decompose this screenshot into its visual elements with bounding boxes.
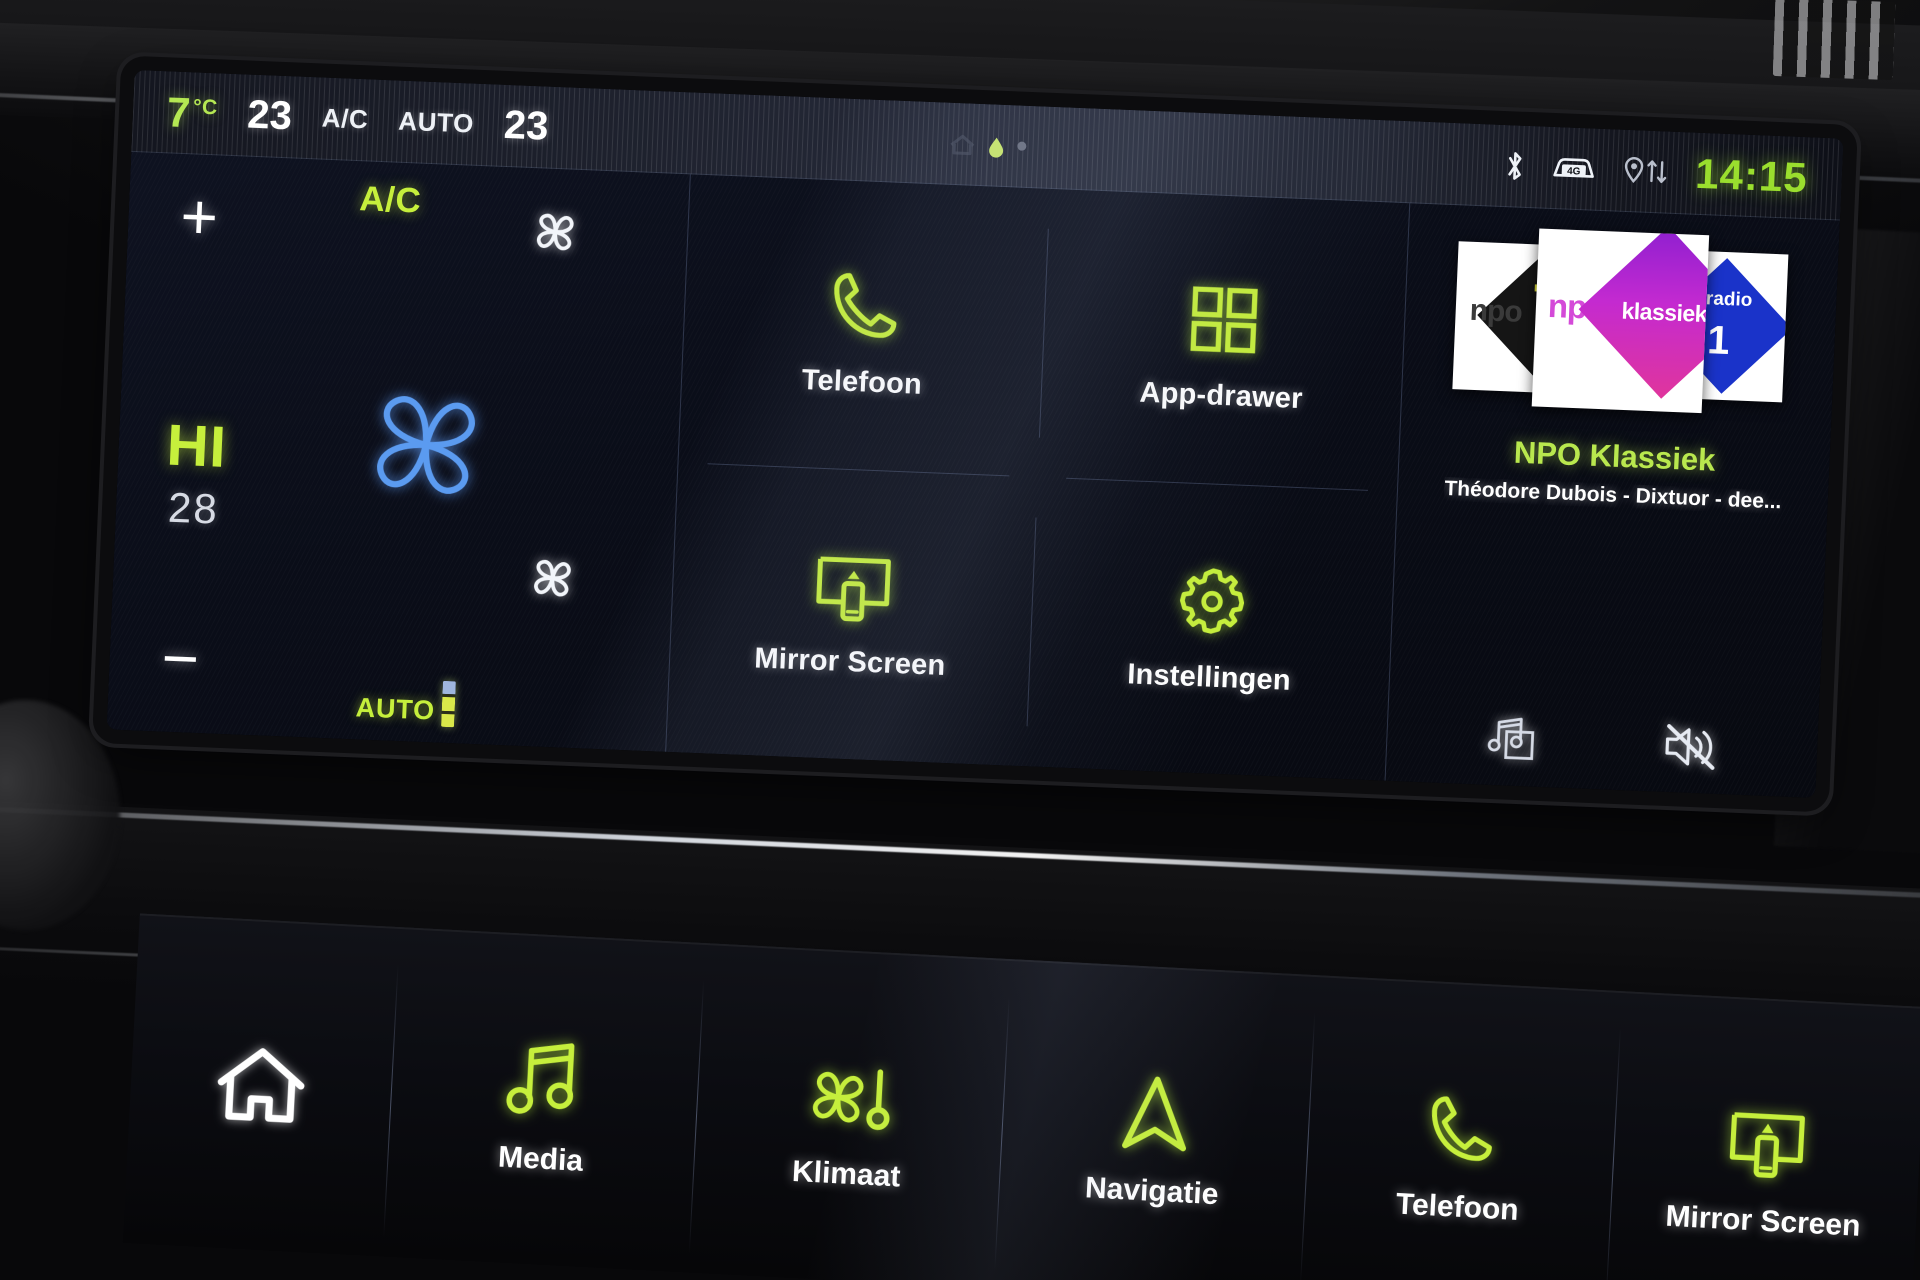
button-label: Telefoon — [1395, 1187, 1520, 1227]
home-icon — [213, 1042, 309, 1127]
page-dot[interactable] — [1016, 141, 1027, 151]
tile-label: Telefoon — [801, 364, 923, 401]
phone-icon — [825, 265, 906, 346]
svg-text:4G: 4G — [1566, 166, 1580, 178]
button-navigatie[interactable]: Navigatie — [993, 977, 1315, 1280]
button-label: Mirror Screen — [1664, 1199, 1862, 1243]
fan-icon[interactable] — [348, 367, 504, 523]
phone-icon — [1422, 1087, 1500, 1173]
car-dashboard-scene: 7 °C 23 A/C AUTO 23 4G 14:15 + A/C HI 28… — [0, 0, 1920, 1280]
media-panel[interactable]: npo radio 1 npo klassiek NPO Klassiek Th… — [1386, 203, 1840, 798]
home-screen-body: + A/C HI 28 − AUTO Telefoon App-drawer M… — [106, 151, 1840, 798]
npo-klassiek-cover[interactable]: npo klassiek — [1531, 228, 1710, 414]
button-home[interactable] — [123, 931, 399, 1256]
album-art-carousel[interactable]: npo radio 1 npo klassiek — [1451, 225, 1789, 423]
button-label: Media — [497, 1140, 584, 1178]
mirror-screen-icon — [1724, 1105, 1810, 1187]
navigation-arrow-icon — [1118, 1071, 1194, 1157]
tile-label: App-drawer — [1138, 376, 1304, 416]
button-label: Klimaat — [791, 1154, 902, 1194]
status-bar-indicators: 4G 14:15 — [1503, 142, 1809, 202]
shortcut-tiles: Telefoon App-drawer Mirror Screen Instel… — [666, 174, 1411, 781]
tile-label: Mirror Screen — [753, 642, 947, 682]
right-zone-temperature[interactable]: 23 — [503, 103, 549, 150]
outside-temperature-value: 7 — [166, 87, 192, 136]
status-bar-climate-summary: 7 °C 23 A/C AUTO 23 — [166, 88, 549, 151]
mirror-screen-icon — [811, 549, 896, 626]
ac-status-label[interactable]: A/C — [359, 179, 422, 221]
tile-instellingen[interactable]: Instellingen — [1025, 478, 1397, 781]
status-auto-label[interactable]: AUTO — [398, 106, 475, 140]
air-vent-slats — [1772, 0, 1896, 81]
button-klimaat[interactable]: Klimaat — [688, 961, 1010, 1280]
clock: 14:15 — [1694, 149, 1809, 201]
left-zone-temperature[interactable]: 23 — [246, 93, 292, 140]
button-media[interactable]: Media — [382, 945, 704, 1273]
grid-apps-icon — [1185, 280, 1264, 359]
music-note-icon — [506, 1039, 583, 1125]
tile-mirror-screen[interactable]: Mirror Screen — [666, 463, 1038, 766]
fan-thermometer-icon — [800, 1055, 900, 1140]
home-icon — [948, 132, 975, 155]
tile-label: Instellingen — [1126, 658, 1292, 697]
location-data-icon — [1621, 153, 1670, 189]
temperature-decrease-button[interactable]: − — [160, 622, 200, 695]
speaker-muted-icon[interactable] — [1660, 720, 1720, 774]
button-label: Navigatie — [1084, 1171, 1220, 1212]
page-dot-active[interactable] — [986, 135, 1005, 158]
status-ac-label[interactable]: A/C — [321, 103, 369, 136]
outside-temperature: 7 °C — [166, 88, 218, 138]
radio1-number: 1 — [1706, 318, 1731, 363]
tile-app-drawer[interactable]: App-drawer — [1038, 189, 1410, 492]
screen-content: 7 °C 23 A/C AUTO 23 4G 14:15 + A/C HI 28… — [106, 69, 1844, 799]
track-subtitle: Théodore Dubois - Dixtuor - dee... — [1444, 476, 1782, 514]
station-title: NPO Klassiek — [1513, 434, 1717, 478]
button-telefoon[interactable]: Telefoon — [1299, 993, 1621, 1280]
fan-level-indicator[interactable] — [441, 680, 457, 728]
infotainment-touchscreen[interactable]: 7 °C 23 A/C AUTO 23 4G 14:15 + A/C HI 28… — [106, 69, 1844, 799]
npo-logo-text: npo — [1469, 293, 1523, 329]
fan-icon[interactable] — [527, 204, 583, 260]
4g-car-icon: 4G — [1551, 152, 1596, 184]
temperature-unit: °C — [192, 94, 219, 119]
bluetooth-icon — [1503, 149, 1526, 184]
music-source-icon[interactable] — [1485, 713, 1541, 767]
climate-panel[interactable]: + A/C HI 28 − AUTO — [106, 151, 691, 752]
radio1-logo-text: radio — [1705, 288, 1753, 312]
secondary-temperature: 28 — [167, 483, 220, 533]
button-mirror-screen[interactable]: Mirror Screen — [1605, 1009, 1920, 1280]
auto-climate-label: AUTO — [355, 692, 436, 726]
temperature-setting: HI — [165, 412, 229, 480]
gear-icon — [1173, 562, 1252, 641]
auto-climate-button[interactable]: AUTO — [355, 677, 457, 728]
media-controls — [1400, 709, 1804, 787]
fan-icon[interactable] — [524, 550, 580, 606]
tile-telefoon[interactable]: Telefoon — [678, 174, 1050, 477]
klassiek-logo-text: klassiek — [1621, 297, 1709, 327]
temperature-increase-button[interactable]: + — [179, 180, 219, 253]
